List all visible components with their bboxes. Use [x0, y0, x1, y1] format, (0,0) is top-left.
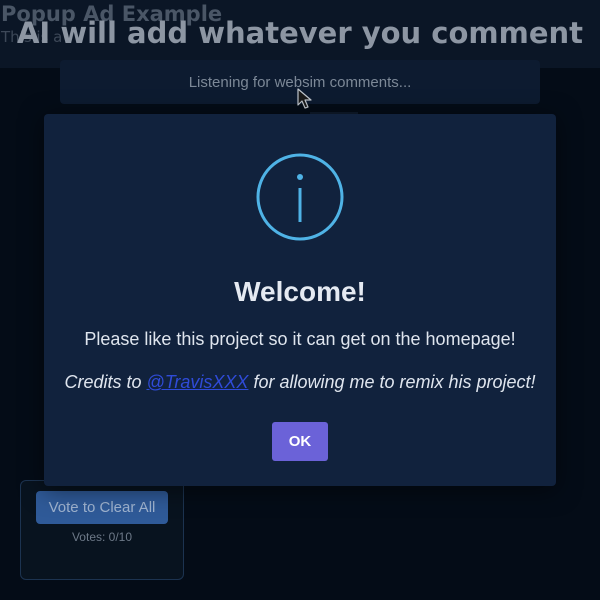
modal-message: Please like this project so it can get o…: [84, 329, 516, 349]
mouse-cursor-icon: [297, 88, 312, 109]
votes-counter: Votes: 0/10: [71, 530, 133, 544]
info-icon: [256, 153, 344, 241]
credits-prefix: Credits to: [64, 372, 147, 392]
welcome-modal: Welcome! Please like this project so it …: [44, 114, 556, 486]
vote-panel: Vote to Clear All Votes: 0/10: [20, 480, 184, 580]
vote-clear-button[interactable]: Vote to Clear All: [36, 491, 168, 524]
credits-suffix: for allowing me to remix his project!: [248, 372, 536, 392]
modal-title: Welcome!: [234, 276, 366, 307]
page: Popup Ad Example This is a AI will add w…: [0, 0, 600, 600]
ok-button[interactable]: OK: [272, 422, 328, 461]
page-title: AI will add whatever you comment: [16, 16, 584, 50]
credits-text: Credits to @TravisXXX for allowing me to…: [44, 372, 556, 393]
credits-user-link[interactable]: @TravisXXX: [146, 372, 248, 392]
